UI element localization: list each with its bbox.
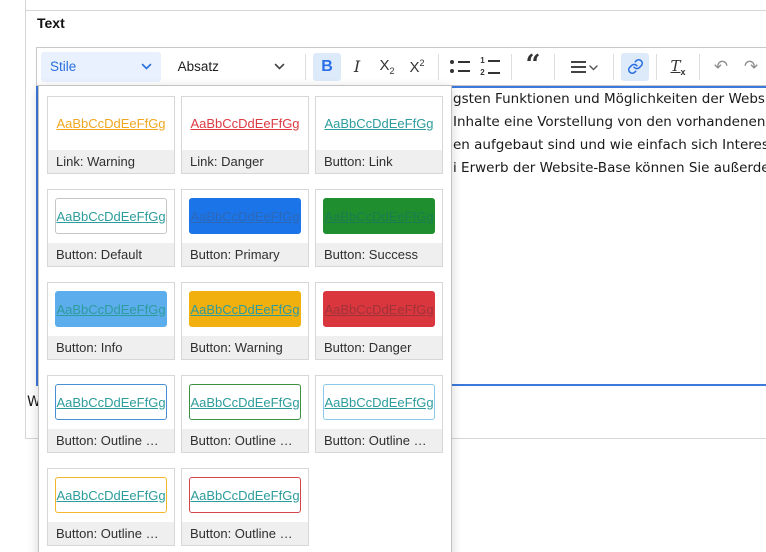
style-option[interactable]: AaBbCcDdEeFfGg Button: Outline … — [47, 375, 175, 453]
style-option-label: Button: Outline … — [182, 521, 308, 545]
clear-formatting-button[interactable]: Tx — [664, 53, 692, 81]
toolbar-separator — [554, 53, 555, 80]
italic-button[interactable]: I — [343, 53, 371, 81]
editor-toolbar: Stile Absatz B I X2 X2 1 2 “ Tx ↶ ↷ — [36, 47, 766, 86]
superscript-icon: X2 — [409, 57, 425, 76]
style-option-label: Button: Outline … — [48, 428, 174, 452]
numbered-list-button[interactable]: 1 2 — [476, 53, 504, 81]
undo-icon: ↶ — [713, 56, 729, 76]
style-option-label: Button: Primary — [182, 242, 308, 266]
toolbar-separator — [438, 53, 439, 80]
italic-icon: I — [353, 57, 361, 76]
toolbar-separator — [613, 53, 614, 80]
style-preview: AaBbCcDdEeFfGg — [189, 291, 301, 328]
editor-text-line: Inhalte eine Vorstellung von den vorhand… — [453, 114, 766, 130]
link-button[interactable] — [621, 52, 649, 81]
editor-text-line: en aufgebaut sind und wie einfach sich I… — [453, 137, 766, 153]
style-preview: AaBbCcDdEeFfGg — [55, 477, 167, 514]
style-option-label: Button: Warning — [182, 335, 308, 359]
toolbar-separator — [656, 53, 657, 80]
bullet-list-button[interactable] — [446, 53, 474, 81]
field-label-text: Text — [37, 15, 65, 31]
section-top-divider — [25, 10, 766, 11]
toolbar-separator — [511, 53, 512, 80]
style-option-label: Button: Outline … — [316, 428, 442, 452]
style-option-label: Link: Danger — [182, 149, 308, 173]
style-option-label: Button: Default — [48, 242, 174, 266]
style-preview: AaBbCcDdEeFfGg — [324, 115, 434, 131]
style-option[interactable]: AaBbCcDdEeFfGg Link: Warning — [47, 96, 175, 174]
numbered-list-icon: 1 2 — [480, 56, 500, 77]
style-option[interactable]: AaBbCcDdEeFfGg Button: Outline … — [315, 375, 443, 453]
format-dropdown[interactable]: Absatz — [169, 52, 294, 82]
styles-dropdown[interactable]: Stile — [41, 51, 161, 82]
style-option[interactable]: AaBbCcDdEeFfGg Button: Warning — [181, 282, 309, 360]
style-option[interactable]: AaBbCcDdEeFfGg Button: Danger — [315, 282, 443, 360]
bold-icon: B — [321, 57, 333, 75]
style-preview: AaBbCcDdEeFfGg — [190, 115, 300, 131]
toolbar-separator — [699, 53, 700, 80]
align-left-icon — [570, 60, 586, 73]
blockquote-icon: “ — [525, 49, 541, 80]
chevron-down-icon — [141, 63, 152, 70]
style-preview: AaBbCcDdEeFfGg — [323, 384, 435, 421]
style-option-label: Button: Danger — [316, 335, 442, 359]
style-option[interactable]: AaBbCcDdEeFfGg Link: Danger — [181, 96, 309, 174]
bold-button[interactable]: B — [313, 52, 341, 81]
editor-text-fragment: W — [27, 394, 38, 410]
style-option[interactable]: AaBbCcDdEeFfGg Button: Default — [47, 189, 175, 267]
style-option[interactable]: AaBbCcDdEeFfGg Button: Link — [315, 96, 443, 174]
style-option[interactable]: AaBbCcDdEeFfGg Button: Outline … — [181, 375, 309, 453]
editor-text-line: gsten Funktionen und Möglichkeiten der W… — [453, 91, 766, 107]
style-preview: AaBbCcDdEeFfGg — [56, 115, 166, 131]
rich-text-editor: Stile Absatz B I X2 X2 1 2 “ Tx ↶ ↷ — [36, 47, 766, 386]
toolbar-separator — [305, 53, 306, 80]
style-option[interactable]: AaBbCcDdEeFfGg Button: Primary — [181, 189, 309, 267]
editor-text-line: i Erwerb der Website-Base können Sie auß… — [453, 160, 766, 176]
style-preview: AaBbCcDdEeFfGg — [189, 477, 301, 514]
styles-menu: AaBbCcDdEeFfGg Link: Warning AaBbCcDdEeFf… — [38, 85, 452, 552]
style-preview: AaBbCcDdEeFfGg — [323, 198, 435, 235]
subscript-icon: X2 — [379, 57, 395, 76]
styles-dropdown-label: Stile — [50, 59, 77, 74]
align-button[interactable] — [562, 53, 606, 81]
styles-menu-grid: AaBbCcDdEeFfGg Link: Warning AaBbCcDdEeFf… — [47, 96, 451, 546]
style-option[interactable]: AaBbCcDdEeFfGg Button: Outline … — [181, 468, 309, 546]
style-option[interactable]: AaBbCcDdEeFfGg Button: Info — [47, 282, 175, 360]
style-preview: AaBbCcDdEeFfGg — [189, 198, 301, 235]
subscript-button[interactable]: X2 — [373, 53, 401, 81]
chevron-down-icon — [274, 63, 285, 70]
style-option[interactable]: AaBbCcDdEeFfGg Button: Success — [315, 189, 443, 267]
undo-button[interactable]: ↶ — [707, 53, 735, 81]
blockquote-button[interactable]: “ — [519, 49, 547, 81]
superscript-button[interactable]: X2 — [403, 53, 431, 81]
style-option-label: Button: Outline … — [182, 428, 308, 452]
style-option-label: Button: Link — [316, 149, 442, 173]
style-preview: AaBbCcDdEeFfGg — [55, 384, 167, 421]
style-option-label: Button: Info — [48, 335, 174, 359]
redo-icon: ↷ — [743, 56, 759, 76]
format-dropdown-value: Absatz — [177, 59, 219, 74]
style-option-label: Button: Success — [316, 242, 442, 266]
style-preview: AaBbCcDdEeFfGg — [55, 291, 167, 328]
style-preview: AaBbCcDdEeFfGg — [323, 291, 435, 328]
style-preview: AaBbCcDdEeFfGg — [55, 198, 167, 235]
panel-left-border — [25, 0, 26, 439]
bullet-list-icon — [450, 60, 470, 73]
style-option-label: Button: Outline … — [48, 521, 174, 545]
clear-formatting-icon: Tx — [670, 56, 686, 77]
style-option[interactable]: AaBbCcDdEeFfGg Button: Outline … — [47, 468, 175, 546]
link-icon — [627, 58, 644, 75]
style-preview: AaBbCcDdEeFfGg — [189, 384, 301, 421]
redo-button[interactable]: ↷ — [737, 53, 765, 81]
style-option-label: Link: Warning — [48, 149, 174, 173]
chevron-down-icon — [588, 58, 598, 75]
